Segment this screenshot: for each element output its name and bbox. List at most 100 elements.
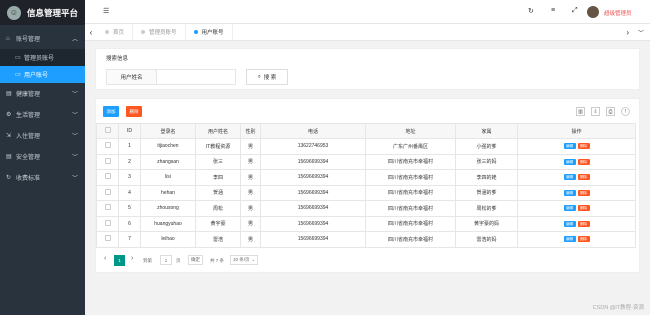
edit-button[interactable]: 编辑 [563,158,576,165]
cell-actions: 编辑 删除 [517,231,636,248]
cell-actions: 编辑 删除 [517,169,636,186]
edit-button[interactable]: 编辑 [563,189,576,196]
table-row: 5 zhousong 周松男 15696699394 四川省南充市幸福村 周松的爹 编辑 删除 [96,200,636,217]
folder-icon: ▤ [6,91,12,97]
cell-name: 张三 [195,153,241,170]
app-logo: ☺ 信息管理平台 [0,0,85,25]
row-delete-button[interactable]: 删除 [577,174,590,181]
cell-gender: 男 [240,231,261,248]
tabs-next-icon[interactable]: › [626,28,629,37]
row-checkbox[interactable] [96,138,119,155]
fullscreen-icon[interactable]: ⤢ [572,7,578,15]
folder-icon: ▤ [6,154,12,160]
add-button[interactable]: 添加 [103,106,119,117]
tab-user[interactable]: 用户账号 [186,23,233,41]
sidebar-item-account[interactable]: ⌂ 账号管理 ︿ [0,28,85,49]
sidebar-item-admin[interactable]: ▭ 管理员账号 [0,49,85,66]
table-row: 7 leihao 雷浩男 15696699394 四川省南充市幸福村 雷浩的妈 编辑 删除 [96,231,636,248]
row-checkbox[interactable] [96,215,119,232]
cell-address: 四川省南充市幸福村 [365,215,456,232]
edit-button[interactable]: 编辑 [563,174,576,181]
pager-page-input[interactable]: 1 [160,255,172,265]
row-checkbox[interactable] [96,153,119,170]
tabs-more-icon[interactable]: ﹀ [638,28,644,37]
pager-confirm-button[interactable]: 确定 [188,255,203,265]
pager-goto-label: 到第 [143,258,152,263]
user-name[interactable]: 超级管理员 [604,9,632,17]
sidebar-item-security[interactable]: ▤ 安全管理 ﹀ [0,146,85,167]
top-bar: ☰ ↻ ≡ ⤢ 超级管理员 [85,0,650,24]
edit-button[interactable]: 编辑 [563,220,576,227]
pager-current-page[interactable]: 1 [114,255,125,266]
col-family: 家属 [455,123,518,139]
dot-icon [105,30,109,34]
username-search-input[interactable] [157,70,235,84]
refresh-icon[interactable]: ↻ [528,7,534,15]
chevron-down-icon: ⌄ [251,257,256,262]
cell-phone: 15696699394 [260,200,366,217]
row-checkbox[interactable] [96,184,119,201]
select-all-checkbox[interactable] [96,123,119,139]
cell-gender: 男 [240,200,261,217]
cell-gender: 男 [240,138,261,155]
row-checkbox[interactable] [96,231,119,248]
print-icon[interactable]: ⎙ [606,107,615,116]
tab-admin[interactable]: 管理员账号 [133,23,186,41]
pager-size-select[interactable]: 10 条/页 ⌄ [230,255,259,265]
col-name: 用户姓名 [195,123,241,139]
pager-prev-icon[interactable]: ‹ [104,255,106,262]
menu-icon[interactable]: ≡ [551,7,555,14]
cell-phone: 15696699394 [260,169,366,186]
sidebar-item-health[interactable]: ▤ 健康管理 ﹀ [0,83,85,104]
row-delete-button[interactable]: 删除 [577,158,590,165]
cell-login: zhousong [140,200,196,217]
tabs-prev-icon[interactable]: ‹ [85,28,97,37]
row-delete-button[interactable]: 删除 [577,189,590,196]
sidebar-item-checkin[interactable]: ⇲ 入住管理 ﹀ [0,125,85,146]
search-button-label: 搜 索 [263,75,277,81]
sidebar-item-label: 入住管理 [16,134,41,140]
tab-home[interactable]: 首页 [97,23,134,41]
menu-toggle-icon[interactable]: ☰ [103,7,109,15]
row-delete-button[interactable]: 删除 [577,205,590,212]
cell-gender: 男 [240,215,261,232]
table-row: 6 huangyuhao 黄宇豪男 15696699394 四川省南充市幸福村 黄宇豪的妈… [96,215,636,232]
edit-button[interactable]: 编辑 [563,143,576,150]
row-delete-button[interactable]: 删除 [577,143,590,150]
export-icon[interactable]: ⇩ [591,107,600,116]
sidebar-item-fees[interactable]: ↻ 收费标准 ﹀ [0,167,85,188]
tab-label: 首页 [113,30,125,36]
cell-name: 雷浩 [195,231,241,248]
avatar[interactable] [587,6,599,18]
cell-id: 1 [118,138,141,155]
pager-next-icon[interactable]: › [131,255,133,262]
cell-family: 小强的爹 [455,138,518,155]
delete-button[interactable]: 删除 [126,106,142,117]
cell-id: 2 [118,153,141,170]
sidebar-item-life[interactable]: ⚙ 生活管理 ﹀ [0,104,85,125]
edit-button[interactable]: 编辑 [563,236,576,243]
cell-actions: 编辑 删除 [517,138,636,155]
row-delete-button[interactable]: 删除 [577,220,590,227]
search-form: 用户姓名 [106,69,236,85]
row-checkbox[interactable] [96,169,119,186]
pager-size-value: 10 条/页 [233,257,250,262]
col-phone: 电话 [260,123,366,139]
table-row: 1 itjiaochen IT教程资源男 13622746953 广东广州番禺区 小强的爹… [96,138,636,155]
sidebar: ☺ 信息管理平台 ⌂ 账号管理 ︿ ▭ 管理员账号 ▭ 用户账号 ▤ 健康管理 ﹀ ⚙ 生活管理… [0,0,85,315]
col-id[interactable]: ID [118,123,141,139]
edit-button[interactable]: 编辑 [563,205,576,212]
columns-filter-icon[interactable]: ▥ [576,107,585,116]
cell-address: 四川省南充市幸福村 [365,231,456,248]
tab-label: 管理员账号 [149,30,177,36]
cell-id: 7 [118,231,141,248]
sidebar-item-user[interactable]: ▭ 用户账号 [0,66,85,83]
watermark: CSDN @IT教程-资源 [592,305,644,311]
cell-family: 周松的爹 [455,200,518,217]
row-delete-button[interactable]: 删除 [577,236,590,243]
row-checkbox[interactable] [96,200,119,217]
help-icon[interactable]: ! [621,107,630,116]
cell-address: 四川省南充市幸福村 [365,200,456,217]
import-icon: ⇲ [6,133,12,139]
search-button[interactable]: ⌕ 搜 索 [246,69,288,85]
